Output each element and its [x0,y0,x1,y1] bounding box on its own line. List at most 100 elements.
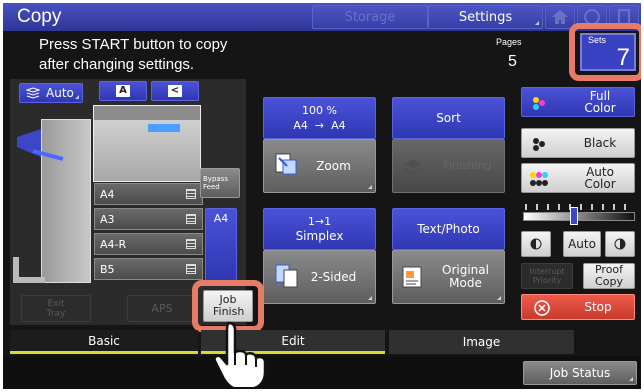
finisher-illustration [13,107,93,285]
zoom-label: Zoom [316,159,351,173]
tray-1[interactable]: A4 [94,183,203,205]
density-ticks [525,204,633,210]
status-message-line1: Press START button to copy [39,36,228,53]
tray-2-label: A3 [100,212,115,226]
bypass-tray-button[interactable]: A4 [205,208,237,281]
stop-label: Stop [584,300,612,314]
home-icon [552,10,568,24]
pages-label: Pages [496,37,522,47]
tray-1-label: A4 [100,187,115,201]
settings-button[interactable]: Settings [428,5,543,29]
sort-label: Sort [436,111,461,125]
aps-label: APS [151,301,173,315]
proof-copy-label: Proof Copy [594,263,624,288]
density-darker-button[interactable] [605,231,635,257]
sort-display: Sort [392,97,505,139]
copy-screen: Copy Storage Settings Press START button… [3,3,641,389]
bypass-feed-button[interactable]: Bypass Feed [200,168,240,198]
tab-image[interactable]: Image [389,330,574,354]
tray-icon [186,264,196,274]
full-color-button[interactable]: Full Color [521,87,635,117]
full-color-icon [533,97,545,110]
original-mode-label: Original Mode [442,263,489,290]
zoom-value-display: 100 % A4 → A4 [263,97,376,139]
duplex-mode: Simplex [295,229,344,243]
aps-button: APS [127,295,197,322]
copier-mode-b-button[interactable]: < [151,81,199,101]
exit-tray-icon [17,129,64,161]
tray-icon [186,189,196,199]
zoom-value: 100 % [302,103,337,117]
half-moon-left-icon [530,238,542,250]
tray-3[interactable]: A4-R [94,233,203,255]
proof-copy-button[interactable]: Proof Copy [583,263,635,289]
interrupt-priority-button: Interrupt Priority [521,263,573,289]
auto-paper-label: Auto [46,86,74,100]
sets-highlight [569,23,641,81]
duplex-value-display: 1→1 Simplex [263,208,376,250]
zoom-to: A4 [331,118,346,132]
half-moon-right-icon [614,238,626,250]
auto-color-icon [530,172,548,186]
tray-4[interactable]: B5 [94,258,203,280]
copier-panel-indicator [148,124,180,132]
zoom-from: A4 [293,118,308,132]
finishing-icon [403,159,423,175]
interrupt-priority-label: Interrupt Priority [529,267,565,285]
tray-2[interactable]: A3 [94,208,203,230]
two-sided-button[interactable]: 2-Sided [263,250,376,304]
bypass-size-label: A4 [213,212,229,225]
tab-basic-label: Basic [88,333,120,348]
original-mode-button[interactable]: Original Mode [392,250,505,304]
storage-button[interactable]: Storage [312,5,428,29]
copier-mode-a-button[interactable]: A [99,81,147,101]
black-button[interactable]: Black [521,128,635,158]
copier-body [93,105,201,182]
status-message-line2: after changing settings. [39,56,195,73]
zoom-button[interactable]: Zoom [263,139,376,193]
copier-scanner [94,106,200,120]
pointing-hand-icon [213,321,267,387]
job-status-label: Job Status [549,366,611,380]
text-photo-label: Text/Photo [417,222,480,236]
density-bar [523,212,635,221]
original-mode-icon [402,266,422,288]
finishing-button: Finishing [392,139,505,193]
bypass-feed-label: Bypass Feed [203,175,228,191]
tray-3-label: A4-R [100,237,127,251]
finisher-stand [13,257,45,283]
original-mode-display: Text/Photo [392,208,505,250]
page-title: Copy [17,6,62,27]
black-icon [533,138,545,151]
density-slider-thumb[interactable] [570,207,578,225]
finishing-label: Finishing [443,159,492,172]
two-sided-label: 2-Sided [310,270,357,284]
paper-stack-icon [26,87,40,99]
mode-b-label: < [167,85,183,97]
tray-4-label: B5 [100,262,115,276]
exit-tray-button: Exit Tray [21,295,91,322]
tab-image-label: Image [462,335,501,349]
tab-basic[interactable]: Basic [10,330,198,354]
auto-color-label: Auto Color [584,165,616,191]
tray-icon [186,214,196,224]
density-auto-button[interactable]: Auto [563,231,601,257]
density-scale [523,203,635,225]
pages-count: 5 [508,53,517,70]
zoom-icon [275,153,297,175]
tab-edit-label: Edit [281,333,305,348]
tray-icon [186,239,196,249]
auto-paper-button[interactable]: Auto [19,83,83,103]
duplex-value: 1→1 [307,215,332,228]
zoom-paper-row: A4 → A4 [293,118,346,132]
two-sided-icon [275,264,298,288]
job-status-button[interactable]: Job Status [523,361,637,385]
density-lighter-button[interactable] [521,231,551,257]
exit-tray-label: Exit Tray [46,298,66,319]
mode-a-label: A [116,85,130,97]
density-auto-label: Auto [568,237,596,251]
stop-button[interactable]: Stop [521,294,635,320]
full-color-label: Full Color [584,89,616,115]
black-label: Black [583,136,617,150]
auto-color-button[interactable]: Auto Color [521,163,635,193]
